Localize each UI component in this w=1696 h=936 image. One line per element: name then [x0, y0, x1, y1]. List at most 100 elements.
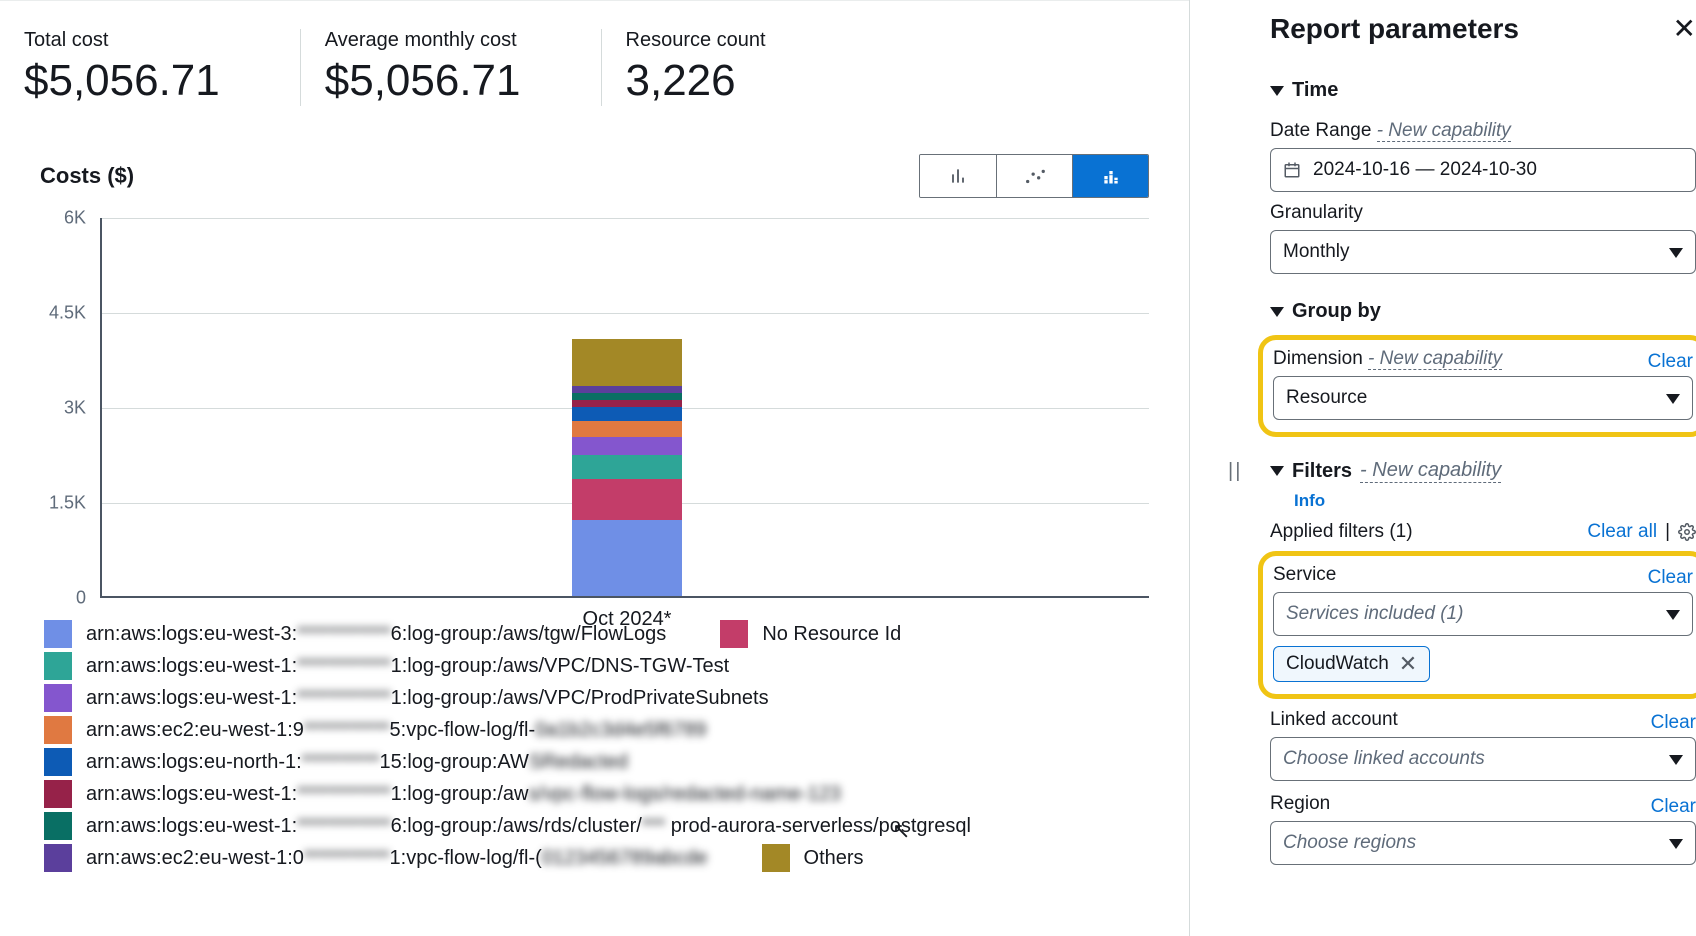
legend-label: arn:aws:ec2:eu-west-1:0***********1:vpc-… — [86, 842, 708, 874]
legend-item[interactable]: arn:aws:logs:eu-west-1:************1:log… — [44, 682, 769, 714]
legend-row: arn:aws:ec2:eu-west-1:0***********1:vpc-… — [44, 842, 1149, 874]
legend-item[interactable]: arn:aws:ec2:eu-west-1:0***********1:vpc-… — [44, 842, 708, 874]
chart-body: 01.5K3K4.5K6K Oct 2024* — [100, 218, 1149, 598]
filters-info-link[interactable]: Info — [1294, 491, 1696, 511]
report-parameters-panel: Report parameters ✕ Time Date Range - Ne… — [1270, 0, 1696, 936]
dimension-clear-link[interactable]: Clear — [1648, 351, 1693, 373]
calendar-icon — [1283, 161, 1301, 179]
chevron-down-icon — [1669, 755, 1683, 765]
linked-clear-link[interactable]: Clear — [1651, 712, 1696, 734]
legend-swatch — [44, 684, 72, 712]
granularity-select[interactable]: Monthly — [1270, 230, 1696, 274]
x-axis-label: Oct 2024* — [583, 596, 672, 631]
time-section-header[interactable]: Time — [1270, 63, 1696, 110]
service-clear-link[interactable]: Clear — [1648, 567, 1693, 589]
chart-plot[interactable]: Oct 2024* — [100, 218, 1149, 598]
gridline — [102, 218, 1149, 219]
legend-item[interactable]: arn:aws:logs:eu-west-1:************1:log… — [44, 650, 729, 682]
bar-segment[interactable] — [572, 437, 682, 455]
bar-segment[interactable] — [572, 393, 682, 400]
filters-section-header[interactable]: Filters - New capability — [1270, 443, 1696, 491]
region-select[interactable]: Choose regions — [1270, 821, 1696, 865]
legend-row: arn:aws:logs:eu-north-1:**********15:log… — [44, 746, 1149, 778]
legend-item[interactable]: Others — [762, 842, 864, 874]
panel-resize-handle[interactable]: || — [1228, 460, 1242, 483]
close-icon[interactable]: ✕ — [1399, 653, 1417, 675]
total-cost-value: $5,056.71 — [24, 56, 220, 106]
new-capability-badge: - New capability — [1360, 459, 1501, 483]
legend-item[interactable]: arn:aws:logs:eu-west-3:************6:log… — [44, 618, 666, 650]
service-highlight: Service Clear Services included (1) Clou… — [1258, 551, 1696, 699]
bar-segment[interactable] — [572, 455, 682, 479]
chevron-down-icon — [1669, 248, 1683, 258]
chevron-down-icon — [1666, 394, 1680, 404]
service-label: Service — [1273, 564, 1336, 586]
resource-count-value: 3,226 — [626, 56, 766, 106]
region-clear-link[interactable]: Clear — [1651, 796, 1696, 818]
groupby-section-header[interactable]: Group by — [1270, 284, 1696, 331]
avg-cost-card: Average monthly cost $5,056.71 — [300, 29, 601, 106]
applied-filters-label: Applied filters (1) — [1270, 521, 1413, 543]
legend-item[interactable]: arn:aws:ec2:eu-west-1:9***********5:vpc-… — [44, 714, 706, 746]
bar-segment[interactable] — [572, 407, 682, 421]
chevron-down-icon — [1270, 86, 1284, 96]
linked-account-placeholder: Choose linked accounts — [1283, 748, 1485, 770]
dimension-label: Dimension - New capability — [1273, 348, 1502, 370]
y-tick-label: 3K — [64, 398, 86, 419]
service-chip-cloudwatch[interactable]: CloudWatch ✕ — [1273, 646, 1430, 682]
legend-item[interactable]: arn:aws:logs:eu-west-1:************6:log… — [44, 810, 971, 842]
dimension-select[interactable]: Resource — [1273, 376, 1693, 420]
chart-area: Costs ($) 01.5K3K4.5K6K Oct 2024* — [0, 124, 1189, 598]
stacked-bar-chart-button[interactable] — [1072, 155, 1148, 197]
chevron-down-icon — [1669, 839, 1683, 849]
chevron-down-icon — [1666, 610, 1680, 620]
legend-item[interactable]: arn:aws:logs:eu-north-1:**********15:log… — [44, 746, 628, 778]
legend-row: arn:aws:logs:eu-west-1:************1:log… — [44, 778, 1149, 810]
bar-stack[interactable] — [572, 339, 682, 596]
total-cost-card: Total cost $5,056.71 — [24, 29, 300, 106]
line-chart-button[interactable] — [996, 155, 1072, 197]
service-select[interactable]: Services included (1) — [1273, 592, 1693, 636]
date-range-value: 2024-10-16 — 2024-10-30 — [1313, 159, 1537, 181]
legend-label: arn:aws:logs:eu-west-1:************1:log… — [86, 682, 769, 714]
date-range-label: Date Range - New capability — [1270, 120, 1696, 142]
summary-row: Total cost $5,056.71 Average monthly cos… — [0, 0, 1189, 124]
granularity-label: Granularity — [1270, 202, 1696, 224]
bar-chart-button[interactable] — [920, 155, 996, 197]
close-icon[interactable]: ✕ — [1673, 12, 1696, 45]
legend-swatch — [762, 844, 790, 872]
date-range-input[interactable]: 2024-10-16 — 2024-10-30 — [1270, 148, 1696, 192]
legend-label: arn:aws:logs:eu-west-3:************6:log… — [86, 618, 666, 650]
legend-swatch — [720, 620, 748, 648]
bar-segment[interactable] — [572, 479, 682, 520]
legend-row: arn:aws:logs:eu-west-1:************1:log… — [44, 650, 1149, 682]
bar-segment[interactable] — [572, 339, 682, 387]
legend-label: arn:aws:logs:eu-north-1:**********15:log… — [86, 746, 628, 778]
y-tick-label: 1.5K — [49, 493, 86, 514]
region-placeholder: Choose regions — [1283, 832, 1416, 854]
dimension-highlight: Dimension - New capability Clear Resourc… — [1258, 335, 1696, 437]
clear-all-link[interactable]: Clear all — [1587, 521, 1657, 543]
legend-label: arn:aws:logs:eu-west-1:************6:log… — [86, 810, 971, 842]
legend-item[interactable]: No Resource Id — [720, 618, 901, 650]
legend-item[interactable]: arn:aws:logs:eu-west-1:************1:log… — [44, 778, 841, 810]
legend-swatch — [44, 812, 72, 840]
resource-count-label: Resource count — [626, 29, 766, 52]
bar-segment[interactable] — [572, 400, 682, 408]
service-value: Services included (1) — [1286, 603, 1463, 625]
bar-segment[interactable] — [572, 421, 682, 437]
avg-cost-label: Average monthly cost — [325, 29, 521, 52]
linked-account-select[interactable]: Choose linked accounts — [1270, 737, 1696, 781]
granularity-value: Monthly — [1283, 241, 1350, 263]
y-tick-label: 6K — [64, 208, 86, 229]
line-chart-icon — [1024, 165, 1046, 187]
dimension-value: Resource — [1286, 387, 1367, 409]
legend-row: arn:aws:ec2:eu-west-1:9***********5:vpc-… — [44, 714, 1149, 746]
stacked-bar-chart-icon — [1101, 166, 1121, 186]
chart-title: Costs ($) — [40, 163, 134, 189]
y-tick-label: 4.5K — [49, 303, 86, 324]
legend-label: arn:aws:logs:eu-west-1:************1:log… — [86, 650, 729, 682]
gear-icon[interactable] — [1678, 523, 1696, 541]
linked-account-label: Linked account — [1270, 709, 1398, 731]
bar-segment[interactable] — [572, 520, 682, 596]
